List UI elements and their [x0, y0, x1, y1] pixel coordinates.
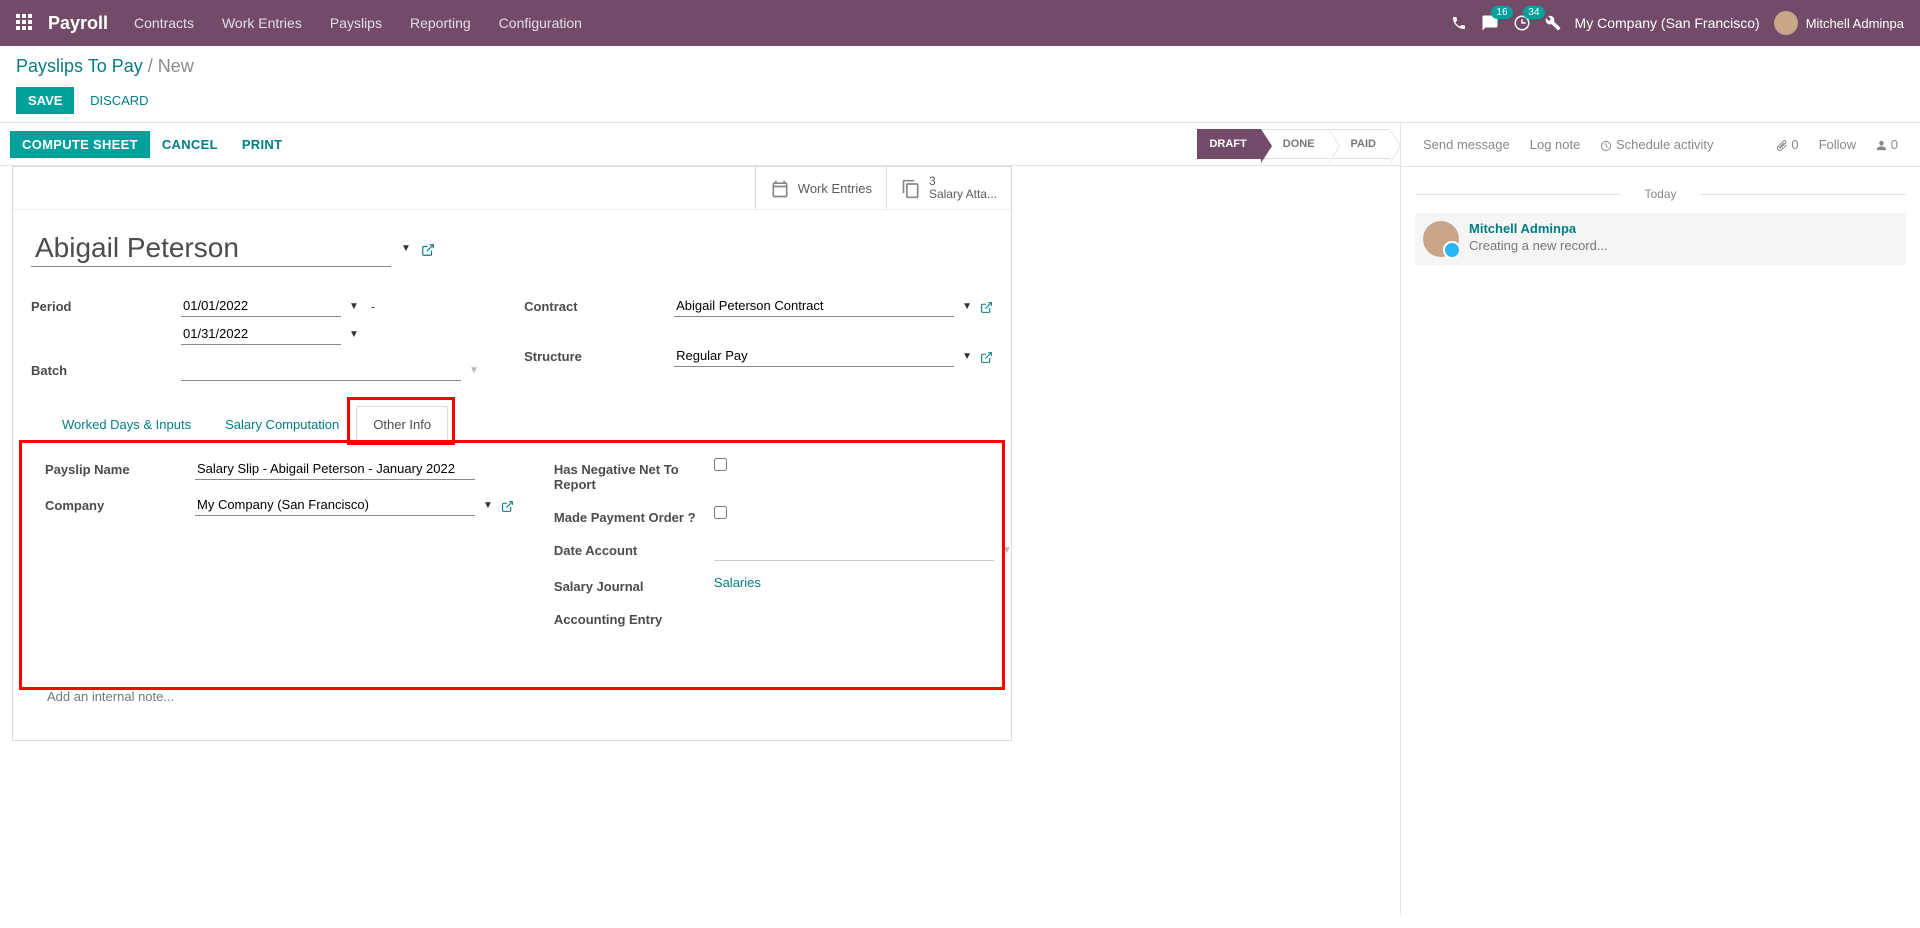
nav-work-entries[interactable]: Work Entries — [222, 15, 302, 31]
top-navbar: Payroll Contracts Work Entries Payslips … — [0, 0, 1920, 46]
external-link-icon[interactable] — [421, 241, 435, 257]
phone-icon[interactable] — [1451, 14, 1467, 32]
form-sheet: Work Entries 3 Salary Atta... ▼ — [12, 166, 1012, 741]
activities-badge: 34 — [1523, 6, 1544, 19]
company-selector[interactable]: My Company (San Francisco) — [1575, 15, 1760, 31]
app-title[interactable]: Payroll — [48, 13, 108, 34]
date-separator: Today — [1415, 187, 1906, 201]
tab-salary-computation[interactable]: Salary Computation — [208, 406, 356, 442]
messages-badge: 16 — [1491, 6, 1512, 19]
apps-icon[interactable] — [16, 14, 34, 32]
message-text: Creating a new record... — [1469, 238, 1608, 253]
period-from-field[interactable] — [181, 295, 341, 317]
company-field[interactable] — [195, 494, 475, 516]
cancel-button[interactable]: CANCEL — [150, 131, 230, 158]
external-link-icon[interactable] — [501, 497, 514, 513]
send-message-button[interactable]: Send message — [1415, 133, 1518, 156]
batch-field[interactable] — [181, 359, 461, 381]
breadcrumb: Payslips To Pay / New — [16, 56, 1904, 77]
discard-button[interactable]: DISCARD — [78, 87, 161, 114]
structure-field[interactable] — [674, 345, 954, 367]
contract-field[interactable] — [674, 295, 954, 317]
external-link-icon[interactable] — [980, 298, 993, 314]
log-note-button[interactable]: Log note — [1522, 133, 1589, 156]
dropdown-icon[interactable]: ▼ — [469, 365, 479, 376]
label-payment-order: Made Payment Order ? — [554, 506, 714, 525]
payslip-name-field[interactable] — [195, 458, 475, 480]
breadcrumb-current: New — [158, 56, 194, 76]
nav-configuration[interactable]: Configuration — [499, 15, 582, 31]
label-period: Period — [31, 295, 181, 314]
nav-reporting[interactable]: Reporting — [410, 15, 471, 31]
label-structure: Structure — [524, 345, 674, 364]
activities-icon[interactable]: 34 — [1513, 14, 1531, 32]
tab-other-info[interactable]: Other Info — [356, 406, 448, 442]
follow-button[interactable]: Follow — [1811, 133, 1865, 156]
dropdown-icon[interactable]: ▼ — [962, 301, 972, 312]
dropdown-icon[interactable]: ▼ — [401, 243, 411, 254]
calendar-icon — [770, 178, 790, 199]
dropdown-icon[interactable]: ▼ — [483, 500, 493, 511]
tab-worked-days[interactable]: Worked Days & Inputs — [45, 406, 208, 442]
user-menu[interactable]: Mitchell Adminpa — [1774, 11, 1904, 35]
stat-work-entries-label: Work Entries — [798, 181, 872, 196]
control-panel: Payslips To Pay / New SAVE DISCARD — [0, 46, 1920, 114]
period-separator: - — [371, 299, 375, 314]
breadcrumb-parent[interactable]: Payslips To Pay — [16, 56, 143, 76]
status-bar: COMPUTE SHEET CANCEL PRINT DRAFT DONE PA… — [0, 123, 1400, 166]
tab-pane-other-info: Payslip Name Company ▼ — [31, 442, 993, 724]
salary-journal-link[interactable]: Salaries — [714, 575, 761, 590]
dropdown-icon[interactable]: ▼ — [349, 329, 359, 340]
attachments-button[interactable]: 0 — [1768, 133, 1807, 156]
messages-icon[interactable]: 16 — [1481, 14, 1499, 32]
files-icon — [901, 178, 921, 199]
stat-salary-label: Salary Atta... — [929, 188, 997, 201]
label-batch: Batch — [31, 359, 181, 378]
debug-icon[interactable] — [1545, 14, 1561, 32]
message-avatar-icon — [1423, 221, 1459, 257]
dropdown-icon[interactable]: ▼ — [962, 351, 972, 362]
dropdown-icon[interactable]: ▼ — [349, 301, 359, 312]
chatter-panel: Send message Log note Schedule activity … — [1400, 123, 1920, 915]
label-payslip-name: Payslip Name — [45, 458, 195, 477]
external-link-icon[interactable] — [980, 348, 993, 364]
form-view: COMPUTE SHEET CANCEL PRINT DRAFT DONE PA… — [0, 123, 1400, 915]
notebook-tabs: Worked Days & Inputs Salary Computation … — [31, 405, 993, 442]
schedule-activity-button[interactable]: Schedule activity — [1592, 133, 1721, 156]
date-account-field[interactable] — [714, 539, 994, 561]
save-button[interactable]: SAVE — [16, 87, 74, 114]
nav-contracts[interactable]: Contracts — [134, 15, 194, 31]
stat-salary-attachments[interactable]: 3 Salary Atta... — [886, 167, 1011, 209]
label-company: Company — [45, 494, 195, 513]
user-avatar-icon — [1774, 11, 1798, 35]
label-negative-net: Has Negative Net To Report — [554, 458, 714, 492]
negative-net-checkbox[interactable] — [714, 458, 727, 471]
stat-work-entries[interactable]: Work Entries — [755, 167, 886, 209]
payment-order-checkbox[interactable] — [714, 506, 727, 519]
print-button[interactable]: PRINT — [230, 131, 295, 158]
internal-note-field[interactable] — [45, 685, 979, 708]
label-salary-journal: Salary Journal — [554, 575, 714, 594]
message-item: Mitchell Adminpa Creating a new record..… — [1415, 213, 1906, 265]
message-author[interactable]: Mitchell Adminpa — [1469, 221, 1608, 236]
label-accounting-entry: Accounting Entry — [554, 608, 714, 627]
nav-payslips[interactable]: Payslips — [330, 15, 382, 31]
user-name: Mitchell Adminpa — [1806, 16, 1904, 31]
employee-field[interactable] — [31, 230, 391, 267]
status-draft[interactable]: DRAFT — [1197, 129, 1260, 159]
status-steps: DRAFT DONE PAID — [1197, 129, 1390, 159]
label-date-account: Date Account — [554, 539, 714, 558]
dropdown-icon[interactable]: ▼ — [1002, 545, 1012, 556]
compute-sheet-button[interactable]: COMPUTE SHEET — [10, 131, 150, 158]
period-to-field[interactable] — [181, 323, 341, 345]
label-contract: Contract — [524, 295, 674, 314]
followers-button[interactable]: 0 — [1868, 133, 1906, 156]
